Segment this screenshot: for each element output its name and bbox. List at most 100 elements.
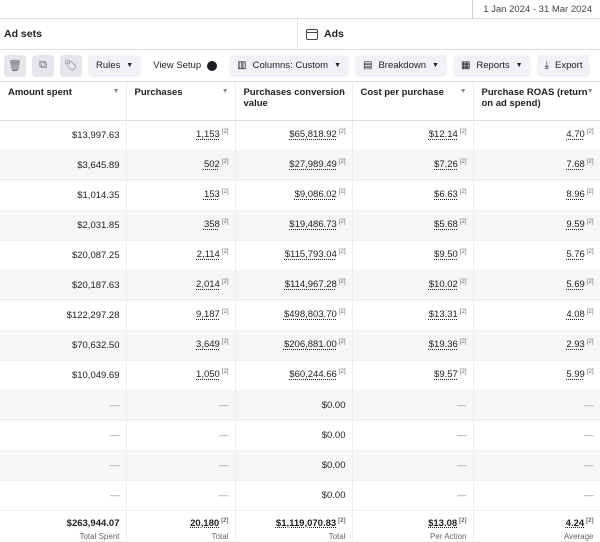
cell-conversion-value: $60,244.66 [2] — [235, 360, 353, 391]
table-header-row: Amount spent ▼ Purchases ▼ Purchases con… — [0, 82, 600, 121]
columns-label: Columns: Custom — [252, 60, 329, 71]
metric-value: $70,632.50 — [71, 339, 120, 351]
footnote-marker: [2] — [338, 279, 346, 286]
reports-label: Reports — [476, 60, 510, 71]
download-icon: ⤓ — [544, 60, 550, 71]
metric-link[interactable]: $19.36 — [429, 340, 458, 351]
column-header-label: Purchases conversion value — [243, 87, 345, 109]
column-header-roas[interactable]: Purchase ROAS (return on ad spend) ▼ — [473, 82, 600, 121]
column-header-amount-spent[interactable]: Amount spent ▼ — [0, 82, 127, 121]
footnote-marker: [2] — [221, 159, 229, 166]
metric-link[interactable]: 2,114 — [197, 250, 220, 261]
columns-button[interactable]: ▥ Columns: Custom ▼ — [229, 54, 350, 77]
cell-purchases: — — [126, 450, 236, 481]
metric-link[interactable]: 1,153 — [196, 130, 220, 141]
total-value[interactable]: $13.08 — [428, 518, 457, 529]
breakdown-button[interactable]: ▤ Breakdown ▼ — [355, 54, 447, 77]
metric-link[interactable]: $115,793.04 — [285, 250, 337, 261]
cell-conversion-value: $206,881.00 [2] — [235, 330, 353, 361]
metric-link[interactable]: $65,818.92 — [289, 130, 337, 141]
cell-purchases: 2,014 [2] — [126, 270, 236, 301]
date-range-text: 1 Jan 2024 - 31 Mar 2024 — [483, 3, 592, 15]
footnote-marker: [2] — [338, 249, 346, 256]
total-value[interactable]: 4.24 — [566, 518, 585, 529]
metric-link[interactable]: 1,050 — [196, 370, 220, 381]
table-row: $10,049.69 1,050 [2] $60,244.66 [2] $9.57 [2] 5… — [0, 360, 600, 391]
cell-amount-spent: $13,997.63 — [0, 120, 127, 151]
cell-roas: — — [473, 450, 600, 481]
tag-icon: 🏷 — [64, 60, 78, 72]
column-header-label: Amount spent — [8, 87, 72, 98]
total-caption: Total Spent — [79, 531, 120, 541]
metric-link[interactable]: $27,989.49 — [289, 160, 337, 171]
footnote-marker: [2] — [586, 369, 594, 376]
total-value[interactable]: $1,119,070.83 — [276, 518, 336, 529]
metric-link[interactable]: 4.08 — [566, 310, 585, 321]
metric-link[interactable]: $12.14 — [429, 130, 458, 141]
cell-amount-spent: $20,187.63 — [0, 270, 127, 301]
toolbar: 🗑 ⧉ 🏷 Rules ▼ View Setup ▥ Columns: Cust… — [0, 50, 600, 82]
export-button[interactable]: ⤓ Export — [536, 54, 591, 77]
metric-link[interactable]: 2,014 — [196, 280, 220, 291]
footnote-marker: [2] — [459, 279, 467, 286]
metric-link[interactable]: 2.93 — [566, 340, 585, 351]
total-purchases: 20,180 [2] Total — [126, 509, 236, 542]
metric-link[interactable]: $60,244.66 — [289, 370, 337, 381]
column-header-purchases[interactable]: Purchases ▼ — [126, 82, 236, 121]
metric-link[interactable]: $6.63 — [434, 190, 458, 201]
metric-link[interactable]: 4.70 — [566, 130, 585, 141]
metric-link[interactable]: $5.68 — [434, 220, 458, 231]
empty-value: — — [457, 459, 467, 471]
metric-link[interactable]: $498,803.70 — [284, 310, 337, 321]
footnote-marker: [2] — [338, 129, 346, 136]
metric-value: $20,187.63 — [71, 279, 120, 291]
cell-purchases: 1,050 [2] — [126, 360, 236, 391]
metric-link[interactable]: 358 — [204, 220, 220, 231]
metric-link[interactable]: $13.31 — [429, 310, 458, 321]
metric-link[interactable]: $7.26 — [434, 160, 458, 171]
metric-link[interactable]: $10.02 — [429, 280, 458, 291]
metric-value: $122,297.28 — [66, 309, 120, 321]
table-row: $13,997.63 1,153 [2] $65,818.92 [2] $12.14 [2]… — [0, 120, 600, 151]
metric-link[interactable]: $19,486.73 — [289, 220, 337, 231]
metric-link[interactable]: 153 — [204, 190, 220, 201]
total-value[interactable]: 20,180 — [190, 518, 219, 529]
metric-link[interactable]: $9.50 — [434, 250, 458, 261]
cell-amount-spent: $3,645.89 — [0, 150, 127, 181]
metric-link[interactable]: $9,086.02 — [295, 190, 337, 201]
footnote-marker: [2] — [586, 129, 594, 136]
metric-link[interactable]: $114,967.28 — [285, 280, 337, 291]
reports-button[interactable]: ▦ Reports ▼ — [452, 54, 531, 77]
empty-value: — — [110, 459, 120, 471]
cell-conversion-value: $0.00 — [235, 450, 353, 481]
metric-link[interactable]: 5.69 — [566, 280, 585, 291]
metric-link[interactable]: 9.59 — [566, 220, 585, 231]
delete-button[interactable]: 🗑 — [4, 54, 26, 77]
cell-cost-per-purchase: $9.57 [2] — [352, 360, 474, 391]
tab-ads[interactable]: Ads — [298, 19, 352, 49]
metric-link[interactable]: 5.99 — [566, 370, 585, 381]
cell-roas: 5.76 [2] — [473, 240, 600, 271]
cell-conversion-value: $9,086.02 [2] — [235, 180, 353, 211]
metric-link[interactable]: 5.76 — [566, 250, 585, 261]
rules-button[interactable]: Rules ▼ — [88, 54, 142, 77]
date-range-picker[interactable]: 1 Jan 2024 - 31 Mar 2024 — [472, 0, 592, 19]
cell-cost-per-purchase: — — [352, 450, 474, 481]
metric-link[interactable]: 7.68 — [566, 160, 585, 171]
metric-link[interactable]: $206,881.00 — [284, 340, 337, 351]
footnote-marker: [2] — [586, 309, 594, 316]
column-header-conversion-value[interactable]: Purchases conversion value ▼ — [235, 82, 353, 121]
duplicate-button[interactable]: ⧉ — [32, 54, 54, 77]
tag-button[interactable]: 🏷 — [60, 54, 82, 77]
metric-link[interactable]: 9,187 — [196, 310, 220, 321]
metric-link[interactable]: 8.96 — [566, 190, 585, 201]
view-setup-toggle[interactable]: View Setup — [147, 60, 223, 71]
sort-icon: ▼ — [221, 88, 229, 95]
tab-ad-sets[interactable]: Ad sets — [0, 19, 298, 49]
metric-link[interactable]: 502 — [204, 160, 220, 171]
metric-link[interactable]: $9.57 — [434, 370, 458, 381]
footnote-marker: [2] — [459, 219, 467, 226]
metric-link[interactable]: 3,649 — [196, 340, 220, 351]
column-header-cost-per-purchase[interactable]: Cost per purchase ▼ — [352, 82, 474, 121]
footnote-marker: [2] — [586, 189, 594, 196]
